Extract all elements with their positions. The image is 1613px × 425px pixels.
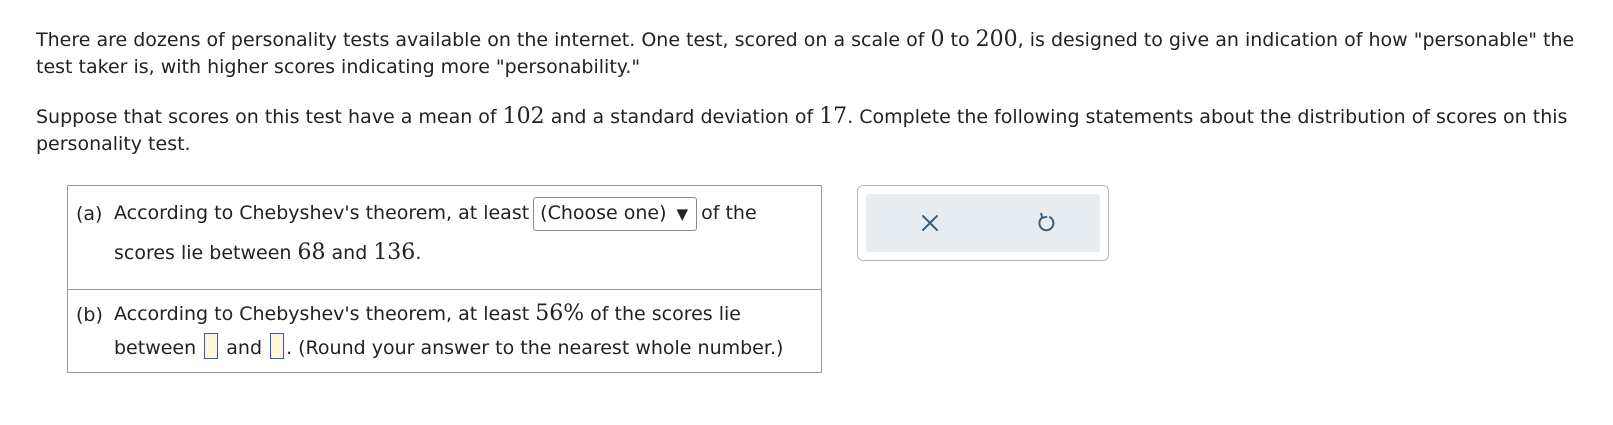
- question-panel: (a) According to Chebyshev's theorem, at…: [67, 185, 822, 373]
- part-a-label: (a): [76, 203, 103, 225]
- mean-value: 102: [502, 104, 545, 129]
- scale-min: 0: [930, 27, 945, 52]
- percent-value: 56%: [535, 301, 585, 326]
- scale-max: 200: [975, 27, 1018, 52]
- undo-button[interactable]: [1034, 211, 1058, 235]
- part-a-line-2: scores lie between 68 and 136.: [114, 240, 422, 265]
- intro-paragraph-1: There are dozens of personality tests av…: [36, 27, 1575, 78]
- sd-value: 17: [819, 104, 848, 129]
- undo-icon: [1038, 212, 1055, 232]
- proportion-dropdown[interactable]: (Choose one) ▼: [533, 197, 698, 231]
- part-a-line-1: According to Chebyshev's theorem, at lea…: [114, 197, 757, 231]
- answer-tools: [857, 185, 1109, 261]
- tools-bar: [866, 194, 1100, 252]
- x-icon: [922, 215, 938, 231]
- range-low: 68: [297, 240, 326, 265]
- part-b-line-2: between and . (Round your answer to the …: [114, 333, 783, 362]
- part-a: (a) According to Chebyshev's theorem, at…: [68, 186, 821, 290]
- part-b-label: (b): [76, 304, 103, 326]
- part-b: (b) According to Chebyshev's theorem, at…: [68, 290, 821, 372]
- upper-bound-input[interactable]: [270, 333, 285, 359]
- problem-statement: There are dozens of personality tests av…: [36, 26, 1596, 180]
- lower-bound-input[interactable]: [204, 333, 219, 359]
- range-high: 136: [373, 240, 416, 265]
- dropdown-caret-icon: ▼: [676, 205, 689, 223]
- part-b-line-1: According to Chebyshev's theorem, at lea…: [114, 301, 741, 326]
- clear-button[interactable]: [918, 211, 942, 235]
- intro-paragraph-2: Suppose that scores on this test have a …: [36, 104, 1568, 155]
